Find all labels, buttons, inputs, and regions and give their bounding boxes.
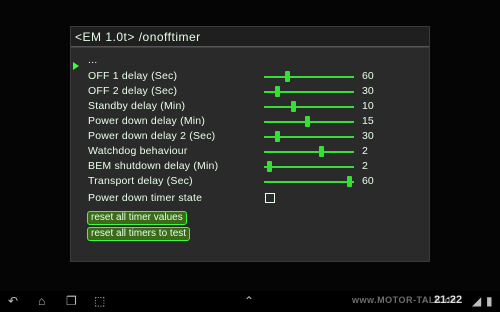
parent-item-label: ... bbox=[88, 54, 98, 66]
row-label: Power down timer state bbox=[88, 192, 203, 204]
home-icon[interactable]: ⌂ bbox=[38, 294, 45, 308]
header-divider bbox=[71, 46, 429, 47]
row-value: 15 bbox=[362, 115, 374, 127]
menu-row-power-down-timer-state[interactable]: Power down timer state bbox=[88, 192, 426, 206]
slider-thumb[interactable] bbox=[285, 71, 290, 82]
embedded-screen: <EM 1.0t> /onofftimer ... OFF 1 delay (S… bbox=[70, 26, 430, 262]
android-navigation-bar: ↶ ⌂ ❐ ⬚ ⌃ www.MOTOR-TALK.de 21:22 ◢ ▮ bbox=[0, 291, 500, 312]
slider-track[interactable] bbox=[264, 146, 354, 157]
row-label: OFF 2 delay (Sec) bbox=[88, 85, 178, 97]
row-label: BEM shutdown delay (Min) bbox=[88, 160, 219, 172]
row-value: 60 bbox=[362, 175, 374, 187]
slider-thumb[interactable] bbox=[291, 101, 296, 112]
slider-track[interactable] bbox=[264, 71, 354, 82]
menu-item-parent[interactable]: ... bbox=[88, 54, 426, 68]
photo-frame: <EM 1.0t> /onofftimer ... OFF 1 delay (S… bbox=[0, 0, 500, 312]
row-value: 30 bbox=[362, 130, 374, 142]
row-value: 2 bbox=[362, 145, 368, 157]
slider-thumb[interactable] bbox=[319, 146, 324, 157]
row-label: Watchdog behaviour bbox=[88, 145, 188, 157]
slider-track[interactable] bbox=[264, 116, 354, 127]
back-icon[interactable]: ↶ bbox=[8, 294, 18, 308]
chevron-up-icon[interactable]: ⌃ bbox=[244, 294, 254, 308]
slider-track[interactable] bbox=[264, 161, 354, 172]
header-path: <EM 1.0t> /onofftimer bbox=[75, 30, 201, 44]
recent-apps-icon[interactable]: ❐ bbox=[66, 294, 77, 308]
menu-row-off2-delay[interactable]: OFF 2 delay (Sec) 30 bbox=[88, 85, 426, 99]
slider-track[interactable] bbox=[264, 86, 354, 97]
row-value: 10 bbox=[362, 100, 374, 112]
slider-thumb[interactable] bbox=[267, 161, 272, 172]
slider-thumb[interactable] bbox=[275, 86, 280, 97]
menu-row-standby-delay[interactable]: Standby delay (Min) 10 bbox=[88, 100, 426, 114]
timer-state-checkbox[interactable] bbox=[265, 193, 275, 203]
slider-track[interactable] bbox=[264, 176, 354, 187]
menu-row-power-down-delay-2[interactable]: Power down delay 2 (Sec) 30 bbox=[88, 130, 426, 144]
battery-icon: ▮ bbox=[486, 294, 493, 308]
row-value: 30 bbox=[362, 85, 374, 97]
clock: 21:22 bbox=[434, 294, 463, 306]
slider-track[interactable] bbox=[264, 131, 354, 142]
menu-row-bem-shutdown-delay[interactable]: BEM shutdown delay (Min) 2 bbox=[88, 160, 426, 174]
menu-row-power-down-delay[interactable]: Power down delay (Min) 15 bbox=[88, 115, 426, 129]
row-value: 2 bbox=[362, 160, 368, 172]
menu-row-watchdog-behaviour[interactable]: Watchdog behaviour 2 bbox=[88, 145, 426, 159]
menu-row-transport-delay[interactable]: Transport delay (Sec) 60 bbox=[88, 175, 426, 189]
path-header: <EM 1.0t> /onofftimer bbox=[71, 27, 429, 48]
slider-track[interactable] bbox=[264, 101, 354, 112]
row-label: Transport delay (Sec) bbox=[88, 175, 193, 187]
row-label: Power down delay (Min) bbox=[88, 115, 206, 127]
reset-all-timers-to-test-button[interactable]: reset all timers to test bbox=[87, 227, 191, 241]
screenshot-icon[interactable]: ⬚ bbox=[94, 294, 105, 308]
selection-cursor-icon bbox=[73, 62, 79, 70]
row-label: Standby delay (Min) bbox=[88, 100, 186, 112]
menu-row-off1-delay[interactable]: OFF 1 delay (Sec) 60 bbox=[88, 70, 426, 84]
row-label: Power down delay 2 (Sec) bbox=[88, 130, 216, 142]
slider-thumb[interactable] bbox=[305, 116, 310, 127]
row-label: OFF 1 delay (Sec) bbox=[88, 70, 178, 82]
slider-thumb[interactable] bbox=[275, 131, 280, 142]
slider-thumb[interactable] bbox=[347, 176, 352, 187]
reset-all-timer-values-button[interactable]: reset all timer values bbox=[87, 211, 187, 225]
signal-icon: ◢ bbox=[472, 294, 482, 308]
row-value: 60 bbox=[362, 70, 374, 82]
